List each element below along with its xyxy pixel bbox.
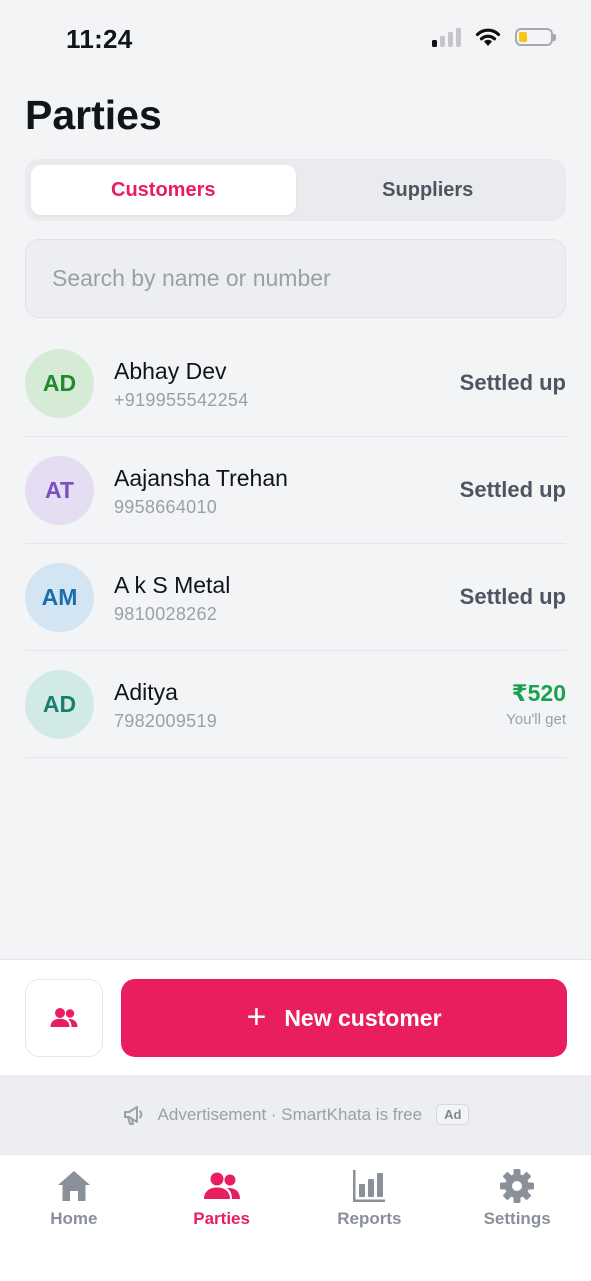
search-input[interactable] — [50, 264, 541, 293]
tab-customers[interactable]: Customers — [31, 165, 296, 215]
bottom-tab-bar: Home Parties Reports Settings — [0, 1154, 591, 1281]
status-time: 11:24 — [66, 24, 133, 54]
avatar-initials: AT — [45, 476, 74, 503]
tab-parties[interactable]: Parties — [148, 1155, 296, 1281]
settled-status: Settled up — [459, 584, 566, 609]
party-type-switch: Customers Suppliers — [25, 159, 566, 221]
avatar-initials: AM — [41, 583, 78, 610]
avatar: AD — [25, 348, 94, 418]
ad-badge: Ad — [436, 1104, 470, 1125]
avatar-initials: AD — [42, 690, 77, 717]
new-customer-label: New customer — [284, 1004, 442, 1031]
party-name: A k S Metal — [114, 571, 231, 598]
page-title: Parties — [25, 92, 162, 138]
party-info: Aditya 7982009519 — [114, 677, 506, 732]
party-info: Aajansha Trehan 9958664010 — [114, 463, 460, 518]
party-balance: Settled up — [460, 477, 566, 503]
action-bar: + New customer — [0, 959, 591, 1076]
balance-note: You'll get — [506, 711, 566, 728]
cellular-signal-icon — [432, 27, 461, 47]
status-bar: 11:24 — [0, 0, 591, 80]
party-balance: Settled up — [460, 584, 566, 610]
avatar: AD — [25, 669, 94, 739]
party-phone: +919955542254 — [114, 389, 249, 410]
party-name: Aajansha Trehan — [114, 464, 288, 491]
plus-icon: + — [246, 997, 267, 1036]
import-contacts-button[interactable] — [25, 979, 103, 1057]
tab-label: Parties — [193, 1209, 250, 1228]
party-phone: 9810028262 — [114, 603, 218, 624]
party-phone: 7982009519 — [114, 710, 218, 731]
avatar: AM — [25, 562, 94, 632]
tab-label: Reports — [337, 1209, 402, 1228]
settled-status: Settled up — [459, 477, 566, 502]
tab-home[interactable]: Home — [0, 1155, 148, 1281]
avatar-initials: AD — [42, 369, 77, 396]
party-balance: Settled up — [460, 370, 566, 396]
battery-level — [519, 32, 527, 42]
settled-status: Settled up — [459, 370, 566, 395]
gear-icon — [499, 1167, 535, 1205]
party-balance: ₹520 You'll get — [506, 680, 566, 728]
tab-suppliers[interactable]: Suppliers — [296, 165, 561, 215]
party-info: A k S Metal 9810028262 — [114, 570, 460, 625]
ad-banner[interactable]: Advertisement · SmartKhata is free Ad — [0, 1075, 591, 1154]
battery-icon — [515, 28, 556, 46]
megaphone-icon — [122, 1104, 146, 1126]
avatar: AT — [25, 455, 94, 525]
search-field — [25, 239, 566, 318]
tab-reports[interactable]: Reports — [296, 1155, 444, 1281]
party-row[interactable]: AD Aditya 7982009519 ₹520 You'll get — [25, 651, 566, 758]
home-icon — [56, 1167, 92, 1205]
party-row[interactable]: AD Abhay Dev +919955542254 Settled up — [25, 330, 566, 437]
new-customer-button[interactable]: + New customer — [121, 979, 567, 1057]
bar-chart-icon — [351, 1167, 387, 1205]
tab-label: Settings — [483, 1209, 551, 1228]
status-icons — [432, 27, 556, 47]
people-icon — [50, 1008, 78, 1027]
party-info: Abhay Dev +919955542254 — [114, 356, 460, 411]
party-phone: 9958664010 — [114, 496, 218, 517]
tab-label: Home — [50, 1209, 98, 1228]
ad-text: Advertisement · SmartKhata is free — [157, 1104, 423, 1124]
party-row[interactable]: AM A k S Metal 9810028262 Settled up — [25, 544, 566, 651]
party-list: AD Abhay Dev +919955542254 Settled up AT… — [25, 330, 566, 758]
wifi-icon — [475, 28, 501, 46]
balance-amount: ₹520 — [511, 680, 566, 706]
party-name: Abhay Dev — [114, 357, 227, 384]
people-icon — [203, 1167, 241, 1205]
party-row[interactable]: AT Aajansha Trehan 9958664010 Settled up — [25, 437, 566, 544]
party-name: Aditya — [114, 678, 178, 705]
tab-settings[interactable]: Settings — [443, 1155, 591, 1281]
